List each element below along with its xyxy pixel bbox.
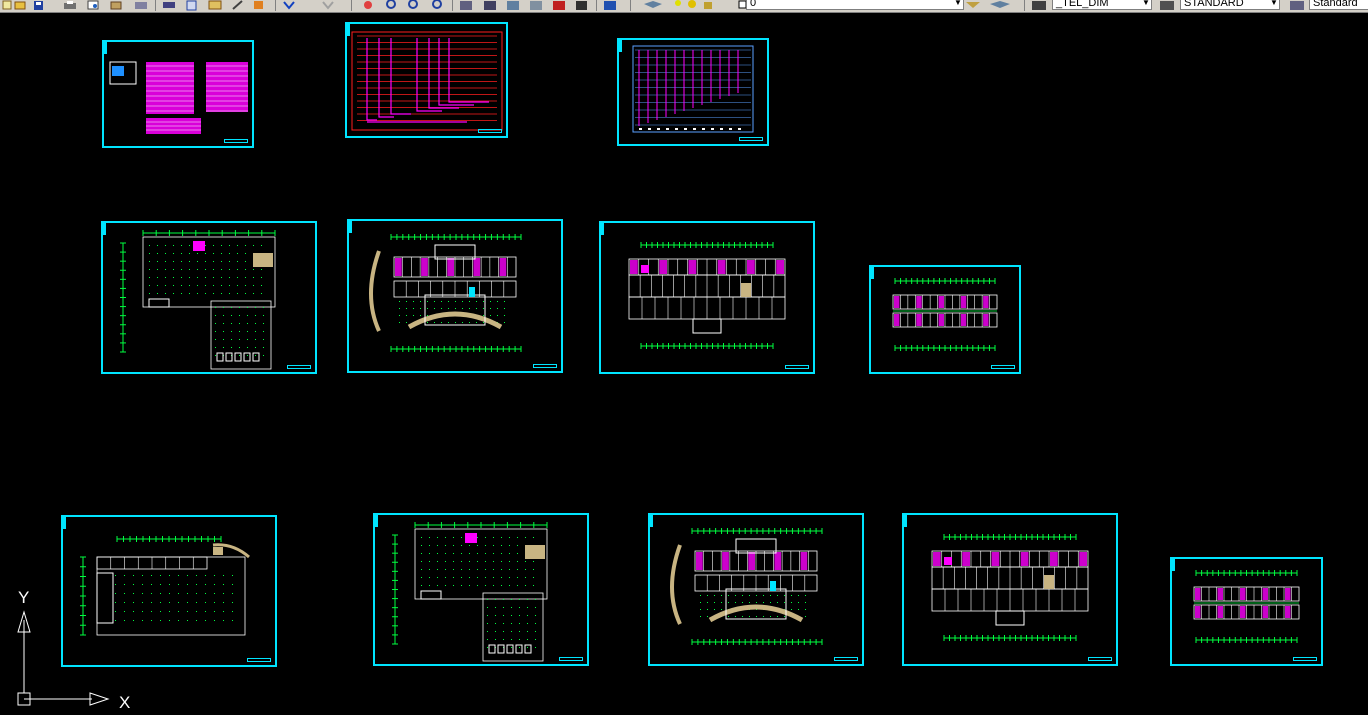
sheet-basement-plan-1[interactable] bbox=[101, 221, 317, 374]
sheet-drawing bbox=[670, 528, 823, 645]
layer-properties-icon[interactable] bbox=[644, 1, 662, 8]
dimstyle-icon[interactable] bbox=[1160, 1, 1174, 10]
sheet-blue-system-diagram[interactable] bbox=[617, 38, 769, 146]
title-block bbox=[559, 657, 583, 661]
sheet-second-floor-plan-2[interactable] bbox=[902, 513, 1118, 666]
standard-toolbar: 0 ▼ _TEL_DIM ▼ STANDARD ▼ Standard bbox=[0, 0, 1368, 13]
chevron-down-icon: ▼ bbox=[1142, 0, 1150, 7]
tablestyle-icon[interactable] bbox=[1290, 1, 1304, 10]
title-block bbox=[785, 365, 809, 369]
textstyle-dropdown[interactable]: _TEL_DIM ▼ bbox=[1052, 0, 1152, 10]
title-block bbox=[247, 658, 271, 662]
sheet-first-floor-plan-2[interactable] bbox=[648, 513, 864, 666]
tablestyle-dropdown[interactable]: Standard bbox=[1309, 0, 1368, 10]
toolbar-icons bbox=[2, 0, 1304, 11]
properties-icon[interactable] bbox=[460, 1, 472, 10]
save-icon[interactable] bbox=[34, 1, 43, 10]
sheet-ground-plan-2[interactable] bbox=[61, 515, 277, 667]
sheet-drawing bbox=[632, 45, 754, 133]
publish-icon[interactable] bbox=[110, 1, 122, 10]
design-center-icon[interactable] bbox=[484, 1, 496, 10]
dimstyle-dropdown-value: STANDARD bbox=[1184, 0, 1244, 9]
title-block bbox=[834, 657, 858, 661]
title-block bbox=[991, 365, 1015, 369]
sheet-upper-floor-plan-1[interactable] bbox=[869, 265, 1021, 374]
title-block bbox=[739, 137, 763, 141]
plot-preview-icon[interactable] bbox=[87, 0, 99, 10]
sheet-basement-plan-2[interactable] bbox=[373, 513, 589, 666]
layer-bulb-icon[interactable] bbox=[675, 0, 681, 6]
markup-icon[interactable] bbox=[553, 1, 565, 10]
sheet-drawing bbox=[931, 534, 1089, 641]
print-icon[interactable] bbox=[64, 1, 76, 9]
sheet-first-floor-plan-1[interactable] bbox=[347, 219, 563, 373]
pan-icon[interactable] bbox=[364, 1, 372, 9]
sheet-second-floor-plan-1[interactable] bbox=[599, 221, 815, 374]
cut-icon[interactable] bbox=[135, 2, 147, 9]
title-block bbox=[533, 364, 557, 368]
match-properties-icon[interactable] bbox=[208, 0, 222, 10]
title-block bbox=[287, 365, 311, 369]
new-icon[interactable] bbox=[2, 0, 12, 10]
zoom-window-icon[interactable] bbox=[408, 0, 418, 9]
sheet-drawing bbox=[109, 61, 248, 134]
layer-previous-icon[interactable] bbox=[990, 1, 1010, 8]
layer-dropdown[interactable]: 0 ▼ bbox=[746, 0, 964, 10]
textstyle-icon[interactable] bbox=[1032, 1, 1046, 10]
sheet-drawing bbox=[892, 278, 998, 351]
sheet-drawing bbox=[628, 242, 786, 349]
zoom-realtime-icon[interactable] bbox=[386, 0, 396, 9]
layer-sun-icon[interactable] bbox=[688, 0, 696, 8]
title-block bbox=[1088, 657, 1112, 661]
redo-icon[interactable] bbox=[322, 1, 334, 10]
sheet-drawing bbox=[120, 230, 276, 370]
sheet-set-icon[interactable] bbox=[530, 1, 542, 10]
sheet-drawing bbox=[1193, 570, 1300, 643]
help-icon[interactable] bbox=[604, 1, 616, 10]
sheet-drawing bbox=[351, 31, 503, 131]
match-brush-icon[interactable] bbox=[254, 1, 263, 9]
make-current-icon[interactable] bbox=[966, 2, 980, 8]
undo-icon[interactable] bbox=[283, 1, 295, 10]
tablestyle-dropdown-value: Standard bbox=[1313, 0, 1358, 9]
chevron-down-icon: ▼ bbox=[954, 0, 962, 7]
sheet-index-tables[interactable] bbox=[102, 40, 254, 148]
title-block bbox=[1293, 657, 1317, 661]
copy-icon[interactable] bbox=[163, 2, 175, 8]
layer-color-icon[interactable] bbox=[738, 0, 747, 9]
dimstyle-dropdown[interactable]: STANDARD ▼ bbox=[1180, 0, 1280, 10]
paste-icon[interactable] bbox=[186, 0, 197, 11]
quick-calc-icon[interactable] bbox=[576, 1, 587, 10]
textstyle-dropdown-value: _TEL_DIM bbox=[1056, 0, 1109, 9]
sheet-drawing bbox=[369, 234, 522, 352]
sheet-drawing bbox=[392, 522, 548, 662]
block-editor-icon[interactable] bbox=[232, 0, 243, 10]
chevron-down-icon: ▼ bbox=[1270, 0, 1278, 7]
sheet-red-riser-diagram[interactable] bbox=[345, 22, 508, 138]
layer-lock-icon[interactable] bbox=[704, 2, 712, 9]
title-block bbox=[478, 129, 502, 133]
sheet-drawing bbox=[80, 536, 250, 636]
open-icon[interactable] bbox=[14, 1, 26, 10]
layer-dropdown-value: 0 bbox=[750, 0, 757, 9]
sheet-upper-floor-plan-2[interactable] bbox=[1170, 557, 1323, 666]
tool-palettes-icon[interactable] bbox=[507, 1, 519, 10]
zoom-previous-icon[interactable] bbox=[432, 0, 442, 9]
title-block bbox=[224, 139, 248, 143]
